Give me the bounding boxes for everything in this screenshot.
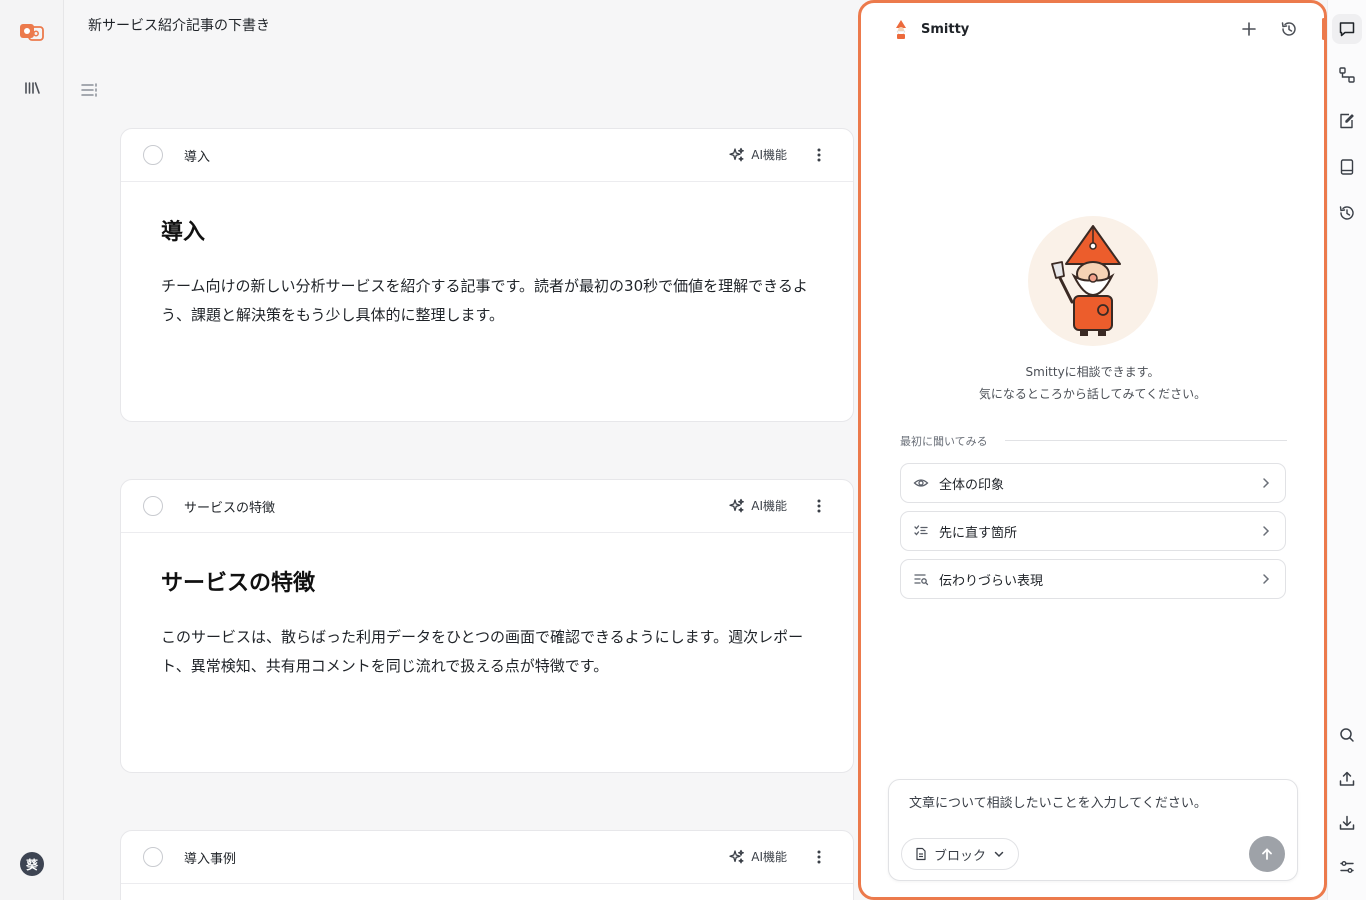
block-checkbox[interactable] xyxy=(143,847,163,867)
arrow-up-icon xyxy=(1262,848,1272,860)
left-rail: 葵 xyxy=(0,0,64,900)
ai-feature-label: AI機能 xyxy=(751,148,787,162)
suggestion-label: 全体の印象 xyxy=(939,477,1005,493)
history-icon[interactable] xyxy=(1279,19,1299,39)
search-icon[interactable] xyxy=(1332,720,1362,750)
block-checkbox[interactable] xyxy=(143,496,163,516)
assistant-name: Smitty xyxy=(921,21,970,37)
block-header: サービスの特徴 AI機能 xyxy=(121,480,853,533)
scope-label: ブロック xyxy=(934,848,987,864)
chat-composer: ブロック xyxy=(888,779,1298,881)
outline-icon[interactable] xyxy=(80,80,100,100)
chat-input[interactable] xyxy=(909,796,1269,811)
new-chat-icon[interactable] xyxy=(1239,19,1259,39)
settings-sliders-icon[interactable] xyxy=(1332,852,1362,882)
block-header: 導入事例 AI機能 xyxy=(121,831,853,884)
assistant-panel: Smitty Smittyに相談できます。 気になるところから話してみてください… xyxy=(858,0,1327,900)
page-title[interactable]: 新サービス紹介記事の下書き xyxy=(88,15,270,35)
block-label: 導入事例 xyxy=(184,851,237,867)
text-search-icon xyxy=(914,574,929,586)
divider xyxy=(1005,440,1287,441)
suggestions-section-label: 最初に聞いてみる xyxy=(900,435,988,448)
eye-icon xyxy=(913,479,929,487)
chevron-right-icon xyxy=(1263,478,1270,488)
block-features: サービスの特徴 AI機能 サービスの特徴 このサービスは、散らばった利用データを… xyxy=(120,479,854,773)
flow-icon[interactable] xyxy=(1332,60,1362,90)
suggestion-fix-first[interactable]: 先に直す箇所 xyxy=(900,511,1286,551)
sparkle-icon xyxy=(729,147,745,161)
library-icon[interactable] xyxy=(22,78,42,98)
book-icon[interactable] xyxy=(1332,152,1362,182)
edit-note-icon[interactable] xyxy=(1332,106,1362,136)
more-icon[interactable] xyxy=(809,145,829,165)
intro-line-1: Smittyに相談できます。 xyxy=(1025,365,1160,379)
block-header: 導入 AI機能 xyxy=(121,129,853,182)
ai-feature-label: AI機能 xyxy=(751,850,787,864)
suggestion-label: 伝わりづらい表現 xyxy=(939,573,1044,589)
block-paragraph[interactable]: チーム向けの新しい分析サービスを紹介する記事です。読者が最初の30秒で価値を理解… xyxy=(161,272,811,330)
avatar[interactable]: 葵 xyxy=(20,852,44,876)
block-intro: 導入 AI機能 導入 チーム向けの新しい分析サービスを紹介する記事です。読者が最… xyxy=(120,128,854,422)
mascot-illustration xyxy=(1028,216,1158,346)
ai-feature-label: AI機能 xyxy=(751,499,787,513)
block-label: サービスの特徴 xyxy=(184,500,276,516)
block-heading[interactable]: サービスの特徴 xyxy=(161,565,813,597)
ai-feature-button[interactable]: AI機能 xyxy=(729,146,787,163)
suggestion-label: 先に直す箇所 xyxy=(939,525,1018,541)
assistant-header: Smitty xyxy=(891,19,969,39)
block-label: 導入 xyxy=(184,149,211,165)
block-checkbox[interactable] xyxy=(143,145,163,165)
block-case-studies: 導入事例 AI機能 xyxy=(120,830,854,900)
intro-line-2: 気になるところから話してみてください。 xyxy=(978,387,1207,401)
block-heading[interactable]: 導入 xyxy=(161,214,813,246)
editor-area: 新サービス紹介記事の下書き 導入 AI機能 導入 チーム向けの新しい分析サービス… xyxy=(64,0,858,900)
ai-feature-button[interactable]: AI機能 xyxy=(729,848,787,865)
scope-selector[interactable]: ブロック xyxy=(901,838,1020,870)
chevron-right-icon xyxy=(1263,574,1270,584)
more-icon[interactable] xyxy=(809,496,829,516)
sparkle-icon xyxy=(729,498,745,512)
chat-icon[interactable] xyxy=(1332,14,1362,44)
gnome-avatar-icon xyxy=(896,20,906,39)
more-icon[interactable] xyxy=(809,847,829,867)
history-icon[interactable] xyxy=(1332,198,1362,228)
document-icon xyxy=(916,847,926,861)
checklist-icon xyxy=(914,525,928,536)
suggestion-unclear-expressions[interactable]: 伝わりづらい表現 xyxy=(900,559,1286,599)
sparkle-icon xyxy=(729,849,745,863)
download-icon[interactable] xyxy=(1332,808,1362,838)
right-rail xyxy=(1322,0,1366,900)
send-button[interactable] xyxy=(1249,836,1285,872)
chevron-right-icon xyxy=(1263,526,1270,536)
block-paragraph[interactable]: このサービスは、散らばった利用データをひとつの画面で確認できるようにします。週次… xyxy=(161,623,811,681)
ai-feature-button[interactable]: AI機能 xyxy=(729,497,787,514)
active-indicator xyxy=(1322,18,1325,40)
chevron-down-icon xyxy=(994,851,1004,858)
suggestion-overall-impression[interactable]: 全体の印象 xyxy=(900,463,1286,503)
app-logo-icon[interactable] xyxy=(20,22,44,42)
upload-icon[interactable] xyxy=(1332,764,1362,794)
